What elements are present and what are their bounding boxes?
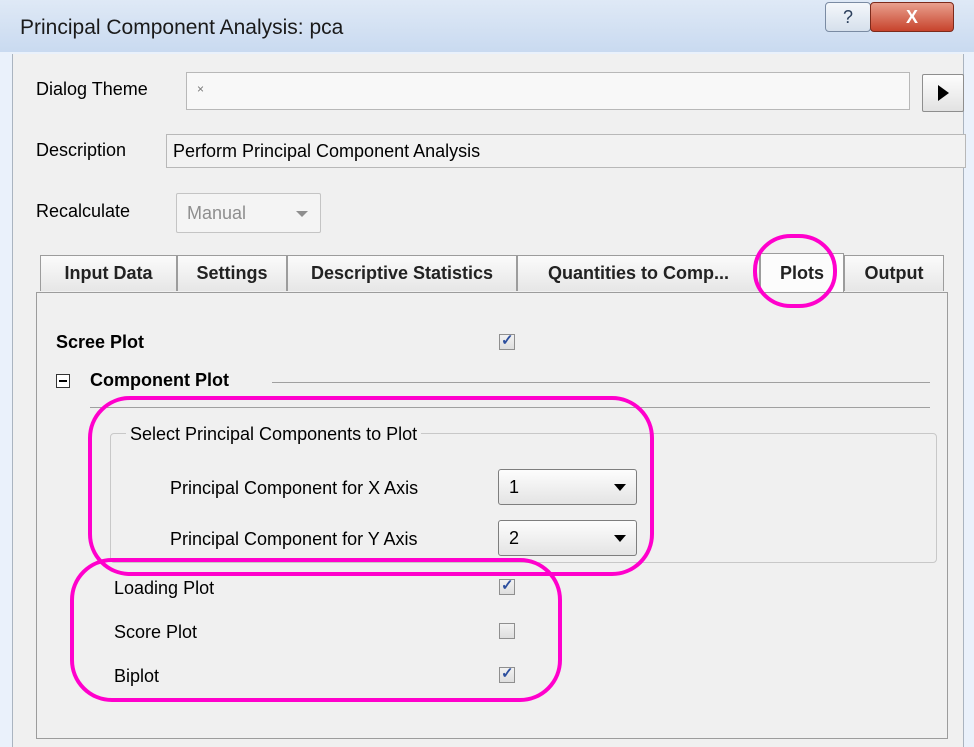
annotation-circle-component-group	[88, 396, 654, 576]
annotation-circle-plot-options	[70, 558, 562, 702]
annotation-circle-plots-tab	[753, 234, 837, 308]
annotation-overlay	[70, 234, 837, 702]
